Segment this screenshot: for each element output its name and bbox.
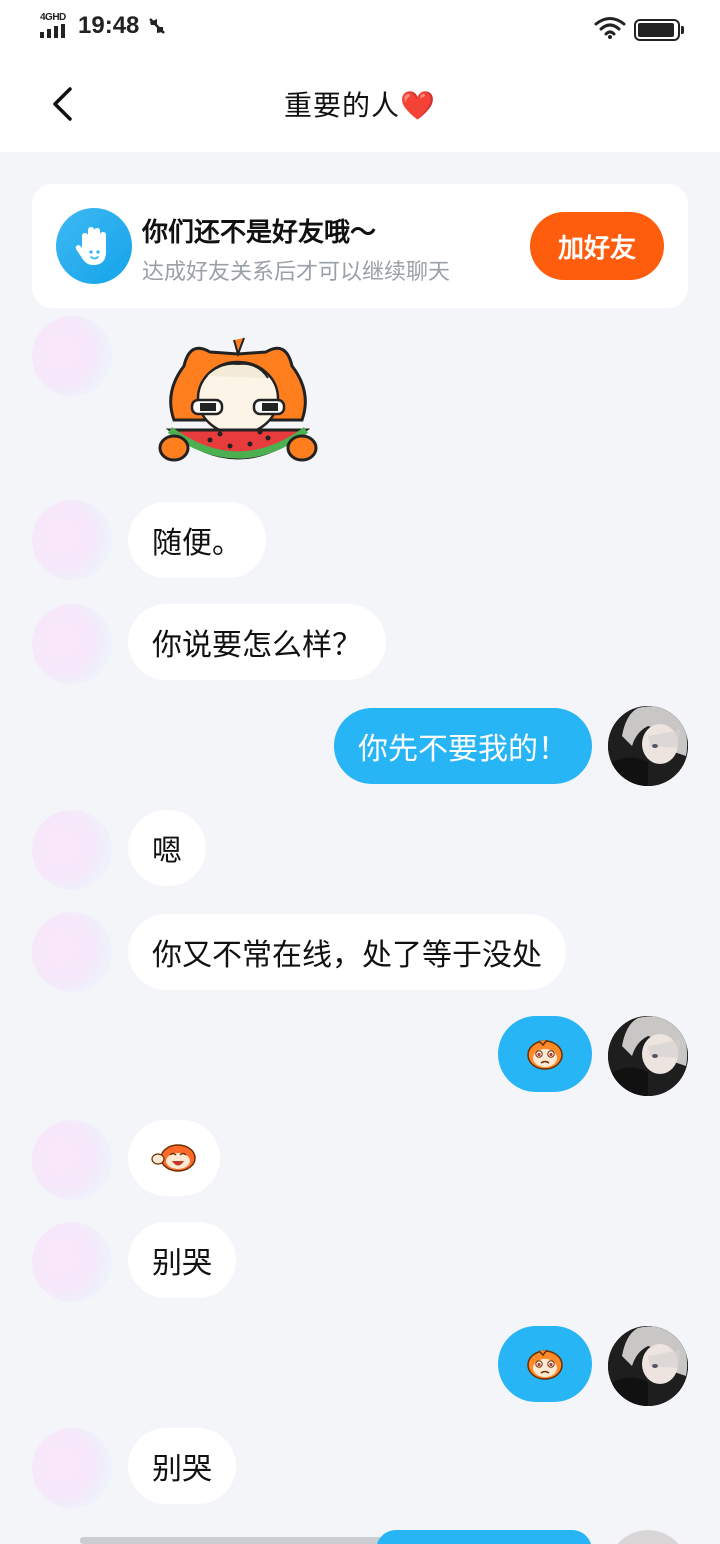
contact-avatar[interactable] (32, 1222, 112, 1302)
message-bubble[interactable]: 随便。 (128, 502, 266, 578)
battery-icon (634, 19, 684, 41)
my-message-bubble[interactable]: 你先不要我的！ (334, 708, 592, 784)
contact-avatar[interactable] (32, 500, 112, 580)
page-title: 重要的人❤️ (0, 84, 720, 124)
network-type-label: 4GHD (40, 12, 66, 23)
crying-monkey-icon (527, 1349, 563, 1380)
contact-name: 重要的人 (284, 89, 401, 122)
heart-emoji: ❤️ (400, 89, 436, 122)
friend-request-card: 你们还不是好友哦～ 达成好友关系后才可以继续聊天 加好友 (32, 184, 688, 308)
my-avatar[interactable] (608, 706, 688, 786)
card-subtitle: 达成好友关系后才可以继续聊天 (142, 260, 451, 285)
message-row (0, 1326, 720, 1406)
message-row (0, 1120, 720, 1200)
message-bubble[interactable] (128, 1120, 220, 1196)
message-bubble[interactable]: 嗯 (128, 810, 206, 886)
partial-my-avatar[interactable] (608, 1530, 688, 1544)
status-left: 4GHD 19:48 (40, 12, 167, 40)
my-avatar[interactable] (608, 1326, 688, 1406)
chat-header: 重要的人❤️ (0, 56, 720, 152)
message-row: 别哭 (0, 1428, 720, 1508)
wifi-icon (594, 16, 626, 44)
card-title: 你们还不是好友哦～ (142, 218, 377, 248)
message-row: 别哭 (0, 1222, 720, 1302)
my-message-bubble[interactable] (498, 1326, 592, 1402)
message-row: 你先不要我的！ (0, 706, 720, 786)
my-message-bubble[interactable] (498, 1016, 592, 1092)
message-row (0, 316, 720, 476)
contact-avatar[interactable] (32, 316, 112, 396)
contact-avatar[interactable] (32, 810, 112, 890)
message-row (0, 1016, 720, 1096)
my-avatar[interactable] (608, 1016, 688, 1096)
contact-avatar[interactable] (32, 604, 112, 684)
message-bubble[interactable]: 你说要怎么样？ (128, 604, 386, 680)
message-row: 随便。 (0, 500, 720, 580)
message-bubble[interactable]: 别哭 (128, 1222, 236, 1298)
anime-avatar-image (608, 1016, 688, 1096)
message-row: 你又不常在线，处了等于没处 (0, 912, 720, 992)
message-row: 嗯 (0, 810, 720, 890)
contact-avatar[interactable] (32, 1428, 112, 1508)
battery-level (638, 23, 674, 37)
add-friend-button[interactable]: 加好友 (530, 212, 664, 280)
message-bubble[interactable]: 你又不常在线，处了等于没处 (128, 914, 566, 990)
partial-my-message-bubble[interactable] (376, 1530, 592, 1544)
signal-indicator: 4GHD (40, 12, 72, 40)
status-bar: 4GHD 19:48 (0, 0, 720, 56)
contact-avatar[interactable] (32, 912, 112, 992)
message-row: 你说要怎么样？ (0, 604, 720, 684)
contact-avatar[interactable] (32, 1120, 112, 1200)
crying-monkey-icon (527, 1039, 563, 1070)
anime-avatar-image (608, 1326, 688, 1406)
signal-bars-icon (40, 24, 65, 38)
hand-wave-icon (56, 208, 132, 284)
message-bubble[interactable]: 别哭 (128, 1428, 236, 1504)
status-time: 19:48 (78, 12, 140, 39)
watermelon-sticker[interactable] (150, 336, 326, 472)
anime-avatar-image (608, 706, 688, 786)
laughing-monkey-icon (151, 1144, 196, 1172)
notification-icon (147, 16, 167, 36)
status-right (594, 16, 684, 44)
